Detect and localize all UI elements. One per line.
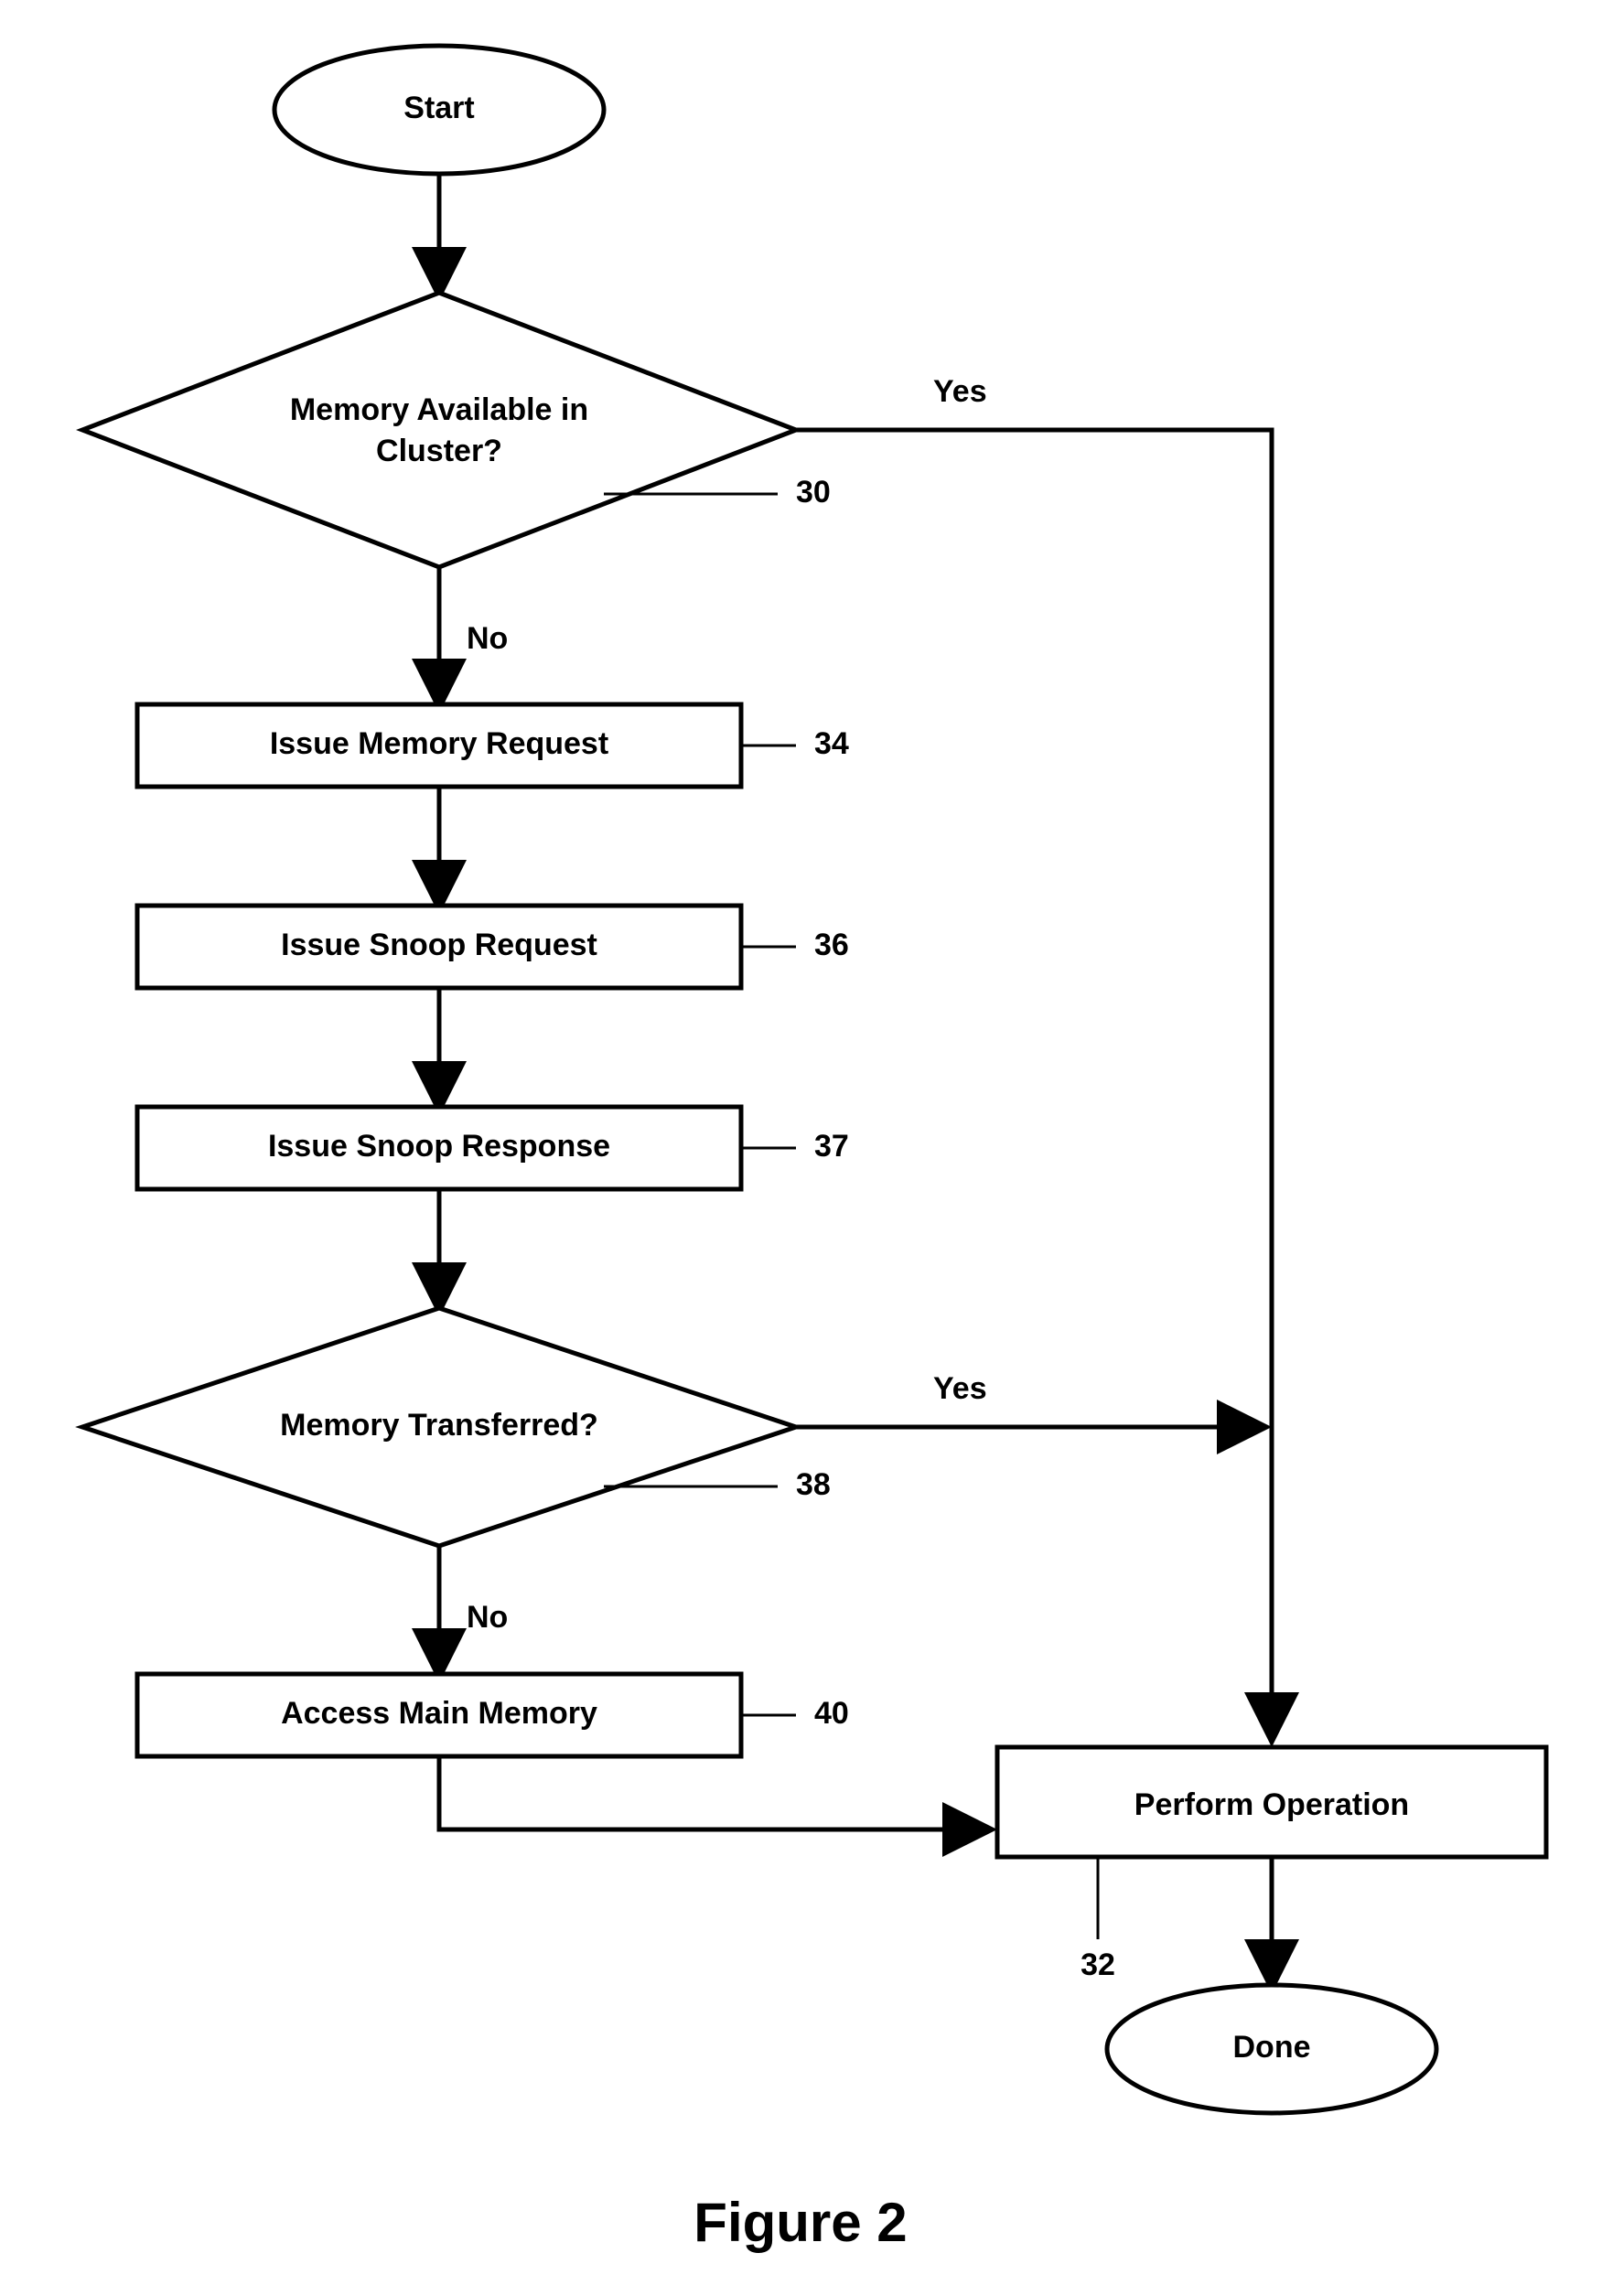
figure-caption: Figure 2 bbox=[693, 2192, 907, 2253]
proc-perform-op-label: Perform Operation bbox=[1134, 1787, 1409, 1822]
proc-access-main-mem-label: Access Main Memory bbox=[281, 1696, 597, 1731]
start-label: Start bbox=[403, 91, 474, 125]
ref-38: 38 bbox=[796, 1467, 831, 1502]
edge-label-yes: Yes bbox=[933, 1371, 987, 1406]
ref-30: 30 bbox=[796, 475, 831, 510]
flowchart: Start Memory Available in Cluster? 30 Ye… bbox=[0, 0, 1602, 2296]
proc-issue-mem-req-label: Issue Memory Request bbox=[270, 726, 608, 761]
edge-label-no: No bbox=[467, 1600, 508, 1635]
decision-mem-avail-l1: Memory Available in bbox=[290, 392, 588, 427]
ref-32: 32 bbox=[1081, 1947, 1115, 1982]
proc-issue-snoop-req-label: Issue Snoop Request bbox=[281, 928, 597, 962]
ref-36: 36 bbox=[814, 928, 849, 962]
edge-label-no: No bbox=[467, 621, 508, 656]
ref-37: 37 bbox=[814, 1129, 849, 1164]
done-label: Done bbox=[1233, 2030, 1311, 2065]
edge bbox=[796, 430, 1272, 1738]
edge-label-yes: Yes bbox=[933, 374, 987, 409]
decision-mem-avail-l2: Cluster? bbox=[376, 434, 502, 468]
edge bbox=[439, 1756, 988, 1829]
decision-transferred-label: Memory Transferred? bbox=[280, 1408, 598, 1443]
decision-mem-avail bbox=[82, 293, 796, 567]
proc-issue-snoop-resp-label: Issue Snoop Response bbox=[268, 1129, 610, 1164]
ref-34: 34 bbox=[814, 726, 849, 761]
ref-40: 40 bbox=[814, 1696, 849, 1731]
